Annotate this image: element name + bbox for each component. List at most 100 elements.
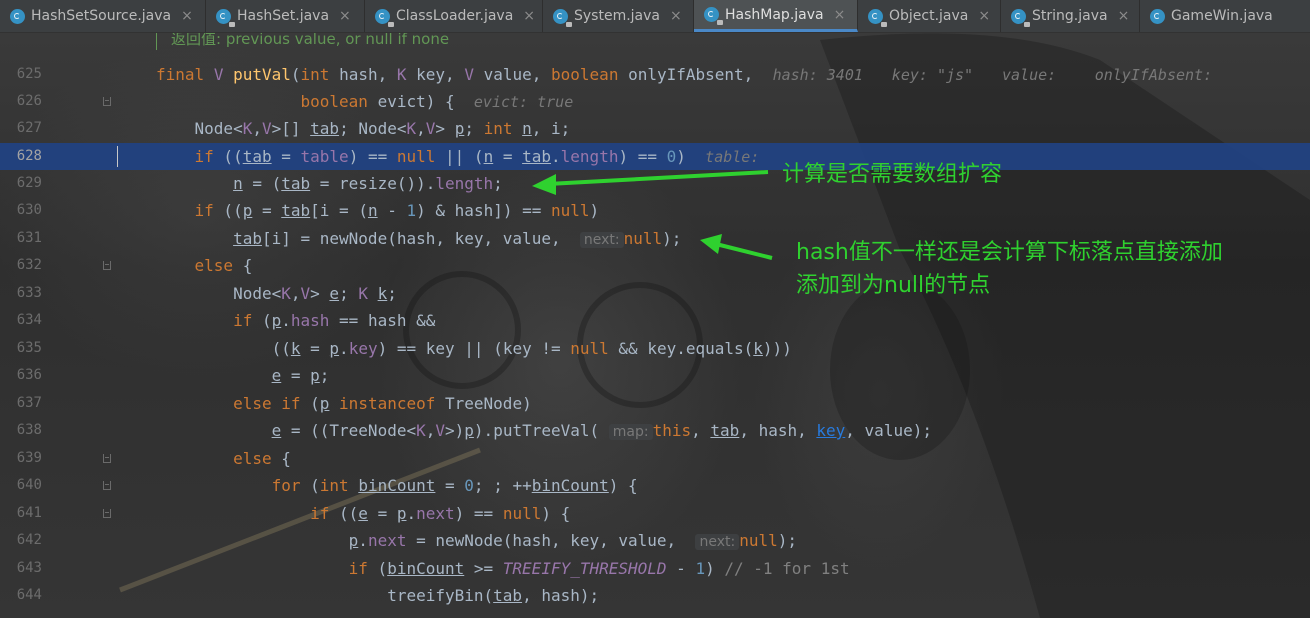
editor-tab-bar: HashSetSource.java × HashSet.java × Clas… <box>0 0 1310 33</box>
annotation-hash-note: hash值不一样还是会计算下标落点直接添加 添加到为null的节点 <box>796 240 1223 298</box>
code-text: if ((tab = table) == null || (n = tab.le… <box>194 147 760 166</box>
line-number: 634 <box>16 312 42 328</box>
param-hint-map: map: <box>608 424 653 440</box>
fold-marker-icon[interactable] <box>103 97 111 106</box>
java-class-locked-icon <box>868 8 887 27</box>
line-number: 642 <box>16 532 42 548</box>
code-line[interactable]: 636 e = p; <box>0 362 1310 389</box>
code-text: e = ((TreeNode<K,V>)p).putTreeVal( map: t… <box>271 421 932 440</box>
tab-label: HashSetSource.java <box>31 8 172 24</box>
line-number: 633 <box>16 285 42 301</box>
java-class-locked-icon <box>216 8 235 27</box>
close-icon[interactable]: × <box>181 8 193 24</box>
tab-hashmap[interactable]: HashMap.java × <box>694 0 858 32</box>
tab-label: HashSet.java <box>237 8 330 24</box>
code-line[interactable]: 625 final V putVal(int hash, K key, V va… <box>0 61 1310 88</box>
code-line[interactable]: 626 boolean evict) { evict: true <box>0 88 1310 115</box>
line-number: 630 <box>16 202 42 218</box>
line-number: 632 <box>16 257 42 273</box>
inline-comment: // -1 for 1st <box>724 559 850 578</box>
debug-value-value: value: <box>1001 66 1057 84</box>
code-line[interactable]: 644 treeifyBin(tab, hash); <box>0 582 1310 609</box>
code-text: else { <box>194 256 253 275</box>
line-number: 625 <box>16 66 42 82</box>
fold-marker-icon[interactable] <box>103 261 111 270</box>
tab-hashset[interactable]: HashSet.java × <box>206 0 365 32</box>
line-number: 641 <box>16 505 42 521</box>
code-text: n = (tab = resize()).length; <box>233 174 503 193</box>
code-text: for (int binCount = 0; ; ++binCount) { <box>271 476 638 495</box>
annotation-resize-note: 计算是否需要数组扩容 <box>782 162 1003 187</box>
code-text: if ((p = tab[i = (n - 1) & hash]) == nul… <box>194 201 600 220</box>
code-line[interactable]: 643 if (binCount >= TREEIFY_THRESHOLD - … <box>0 555 1310 582</box>
tab-label: Object.java <box>889 8 969 24</box>
tab-object[interactable]: Object.java × <box>858 0 1001 32</box>
java-class-locked-icon <box>704 7 723 25</box>
code-line[interactable]: 630 if ((p = tab[i = (n - 1) & hash]) ==… <box>0 197 1310 224</box>
code-text: tab[i] = newNode(hash, key, value, next:… <box>233 229 682 248</box>
code-line[interactable]: 638 e = ((TreeNode<K,V>)p).putTreeVal( m… <box>0 417 1310 444</box>
code-text: Node<K,V>[] tab; Node<K,V> p; int n, i; <box>156 119 571 138</box>
code-line[interactable]: 640 for (int binCount = 0; ; ++binCount)… <box>0 472 1310 499</box>
param-hint-next: next: <box>695 534 740 550</box>
close-icon[interactable]: × <box>1118 8 1130 24</box>
tab-gamewin[interactable]: GameWin.java <box>1140 0 1310 32</box>
debug-table-value: table: <box>705 148 760 166</box>
code-line[interactable]: 635 ((k = p.key) == key || (key != null … <box>0 335 1310 362</box>
code-line[interactable]: 629 n = (tab = resize()).length; <box>0 170 1310 197</box>
code-line-current[interactable]: 628 if ((tab = table) == null || (n = ta… <box>0 143 1310 170</box>
code-line[interactable]: 627 Node<K,V>[] tab; Node<K,V> p; int n,… <box>0 115 1310 142</box>
param-hint-next: next: <box>579 232 624 248</box>
java-class-locked-icon <box>553 8 572 27</box>
tab-classloader[interactable]: ClassLoader.java × <box>365 0 543 32</box>
java-class-icon <box>10 8 25 24</box>
java-class-icon <box>1150 8 1165 24</box>
close-icon[interactable]: × <box>978 8 990 24</box>
tab-label: System.java <box>574 8 660 24</box>
line-number: 638 <box>16 422 42 438</box>
close-icon[interactable]: × <box>523 8 535 24</box>
java-class-locked-icon <box>375 8 394 27</box>
code-line[interactable]: 641 if ((e = p.next) == null) { <box>0 500 1310 527</box>
code-text: if (p.hash == hash && <box>233 311 436 330</box>
code-text: Node<K,V> e; K k; <box>156 284 397 303</box>
line-number: 637 <box>16 395 42 411</box>
code-text: final V putVal(int hash, K key, V value,… <box>156 65 1213 84</box>
tab-label: ClassLoader.java <box>396 8 514 24</box>
code-line[interactable]: 639 else { <box>0 445 1310 472</box>
java-class-locked-icon <box>1011 8 1030 27</box>
code-text: if ((e = p.next) == null) { <box>310 504 571 523</box>
line-number: 636 <box>16 367 42 383</box>
close-icon[interactable]: × <box>339 8 351 24</box>
code-line[interactable]: 637 else if (p instanceof TreeNode) <box>0 390 1310 417</box>
tab-label: GameWin.java <box>1171 8 1273 24</box>
code-line[interactable]: 642 p.next = newNode(hash, key, value, n… <box>0 527 1310 554</box>
code-text: if (binCount >= TREEIFY_THRESHOLD - 1) /… <box>348 559 850 578</box>
code-text: ((k = p.key) == key || (key != null && k… <box>156 339 792 358</box>
fold-marker-icon[interactable] <box>103 481 111 490</box>
line-number: 628 <box>16 148 42 164</box>
code-line[interactable]: 634 if (p.hash == hash && <box>0 307 1310 334</box>
close-icon[interactable]: × <box>670 8 682 24</box>
close-icon[interactable]: × <box>834 7 846 23</box>
line-number: 635 <box>16 340 42 356</box>
line-number: 643 <box>16 560 42 576</box>
tab-hashsetsource[interactable]: HashSetSource.java × <box>0 0 206 32</box>
code-text: treeifyBin(tab, hash); <box>156 586 600 605</box>
tab-system[interactable]: System.java × <box>543 0 694 32</box>
text-caret <box>117 146 118 167</box>
code-text: else if (p instanceof TreeNode) <box>233 394 532 413</box>
code-text: boolean evict) { evict: true <box>300 92 574 111</box>
fold-marker-icon[interactable] <box>103 509 111 518</box>
fold-marker-icon[interactable] <box>103 454 111 463</box>
line-number: 631 <box>16 230 42 246</box>
line-number: 627 <box>16 120 42 136</box>
tab-label: HashMap.java <box>725 6 824 23</box>
debug-key-value: key: "js" <box>891 66 974 84</box>
debug-onlyifabsent-value: onlyIfAbsent: <box>1094 66 1213 84</box>
line-number: 629 <box>16 175 42 191</box>
tab-string[interactable]: String.java × <box>1001 0 1140 32</box>
debug-evict-value: evict: true <box>473 93 574 111</box>
debug-hash-value: hash: 3401 <box>772 66 863 84</box>
line-number: 626 <box>16 93 42 109</box>
